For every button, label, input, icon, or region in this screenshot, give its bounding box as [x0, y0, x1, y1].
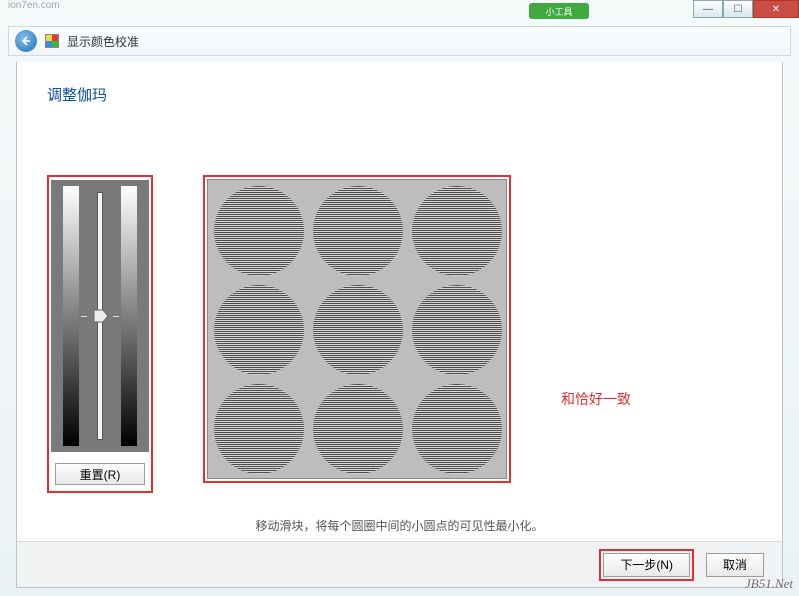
- wizard-footer: 下一步(N) 取消: [17, 541, 782, 587]
- page-heading: 调整伽玛: [47, 84, 752, 105]
- gamma-dot: [313, 186, 403, 276]
- back-arrow-icon: [21, 36, 31, 46]
- gamma-pattern-highlight: [203, 175, 511, 483]
- gamma-dot: [412, 285, 502, 375]
- gamma-slider-thumb[interactable]: [93, 309, 109, 323]
- gamma-slider-group: 重置(R): [47, 175, 153, 493]
- tick-left: [81, 316, 87, 317]
- gamma-pattern: [207, 179, 507, 479]
- wizard-title: 显示颜色校准: [67, 33, 139, 50]
- wizard-header: 显示颜色校准: [8, 26, 791, 56]
- gamma-dot: [214, 285, 304, 375]
- gamma-dot: [214, 384, 304, 474]
- watermark: JB51.Net: [745, 576, 793, 592]
- close-button[interactable]: ✕: [753, 0, 799, 18]
- next-button-highlight: 下一步(N): [599, 549, 694, 581]
- gamma-slider-box: [51, 180, 149, 452]
- maximize-button[interactable]: ☐: [723, 0, 753, 18]
- gamma-slider-track[interactable]: [97, 192, 103, 440]
- gradient-bar-left: [63, 186, 79, 446]
- minimize-button[interactable]: —: [693, 0, 723, 18]
- gradient-bar-right: [121, 186, 137, 446]
- gamma-dot: [313, 384, 403, 474]
- window-controls: — ☐ ✕: [693, 0, 799, 18]
- next-button[interactable]: 下一步(N): [603, 553, 690, 577]
- browser-url: ion7en.com: [8, 0, 60, 11]
- gamma-dot: [214, 186, 304, 276]
- tick-right: [113, 316, 119, 317]
- gamma-dot: [412, 384, 502, 474]
- cancel-button[interactable]: 取消: [706, 553, 764, 577]
- app-icon: [45, 34, 59, 48]
- annotation-text: 和恰好一致: [561, 389, 631, 409]
- back-button[interactable]: [15, 30, 37, 52]
- wizard-panel: 调整伽玛 重置(R): [16, 62, 783, 588]
- browser-green-pill[interactable]: 小工具: [529, 3, 589, 19]
- reset-button[interactable]: 重置(R): [55, 463, 145, 485]
- gamma-dot: [412, 186, 502, 276]
- instruction-text: 移动滑块，将每个圆圈中间的小圆点的可见性最小化。: [47, 517, 752, 534]
- gamma-dot: [313, 285, 403, 375]
